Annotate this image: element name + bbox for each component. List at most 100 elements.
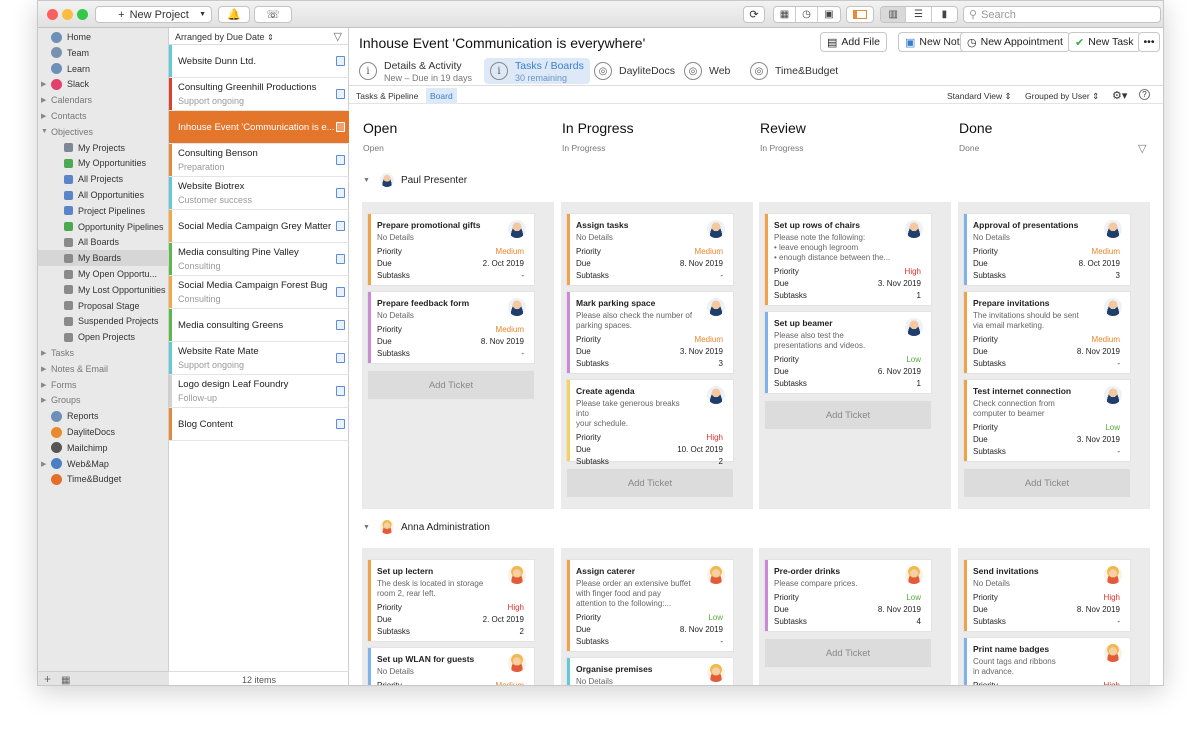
disclosure-icon[interactable]: ▶: [41, 365, 49, 373]
sidebar-item-proposal-stage[interactable]: Proposal Stage: [38, 298, 169, 314]
task-card[interactable]: Print name badges Count tags and ribbons …: [964, 638, 1130, 685]
sidebar-item-my-projects[interactable]: My Projects: [38, 140, 169, 156]
more-options-button[interactable]: •••: [1138, 32, 1160, 52]
disclosure-icon[interactable]: ▼: [41, 128, 49, 135]
add-ticket-button[interactable]: Add Ticket: [567, 469, 733, 497]
contact-icon[interactable]: ▣: [818, 7, 840, 22]
sidebar-item-slack[interactable]: ▶ Slack: [38, 76, 169, 92]
phone-icon[interactable]: ☏: [254, 6, 292, 23]
sidebar-item-web-map[interactable]: ▶ Web&Map: [38, 456, 169, 472]
sidebar-item-tasks[interactable]: ▶ Tasks: [38, 345, 169, 361]
sidebar-item-calendars[interactable]: ▶ Calendars: [38, 92, 169, 108]
add-ticket-button[interactable]: Add Ticket: [765, 639, 931, 667]
sidebar-item-mailchimp[interactable]: Mailchimp: [38, 440, 169, 456]
filter-icon[interactable]: ▽: [334, 30, 342, 43]
sidebar-item-contacts[interactable]: ▶ Contacts: [38, 108, 169, 124]
chart-view-icon[interactable]: ▮: [932, 7, 957, 22]
tab-tasks-boards[interactable]: i Tasks / Boards 30 remaining: [484, 58, 590, 84]
tab-web[interactable]: ◎ Web: [678, 58, 736, 84]
tab-time-budget[interactable]: ◎ Time&Budget: [744, 58, 844, 84]
sidebar-item-forms[interactable]: ▶ Forms: [38, 377, 169, 393]
list-item[interactable]: Consulting Benson Preparation: [169, 144, 349, 177]
disclosure-icon[interactable]: ▼: [363, 524, 370, 531]
split-view-icon[interactable]: ▥: [881, 7, 907, 22]
task-card[interactable]: Assign tasks No Details Priority Medium Due 8…: [567, 214, 733, 285]
sidebar-item-time-budget[interactable]: Time&Budget: [38, 471, 169, 487]
bell-icon[interactable]: 🔔: [218, 6, 250, 23]
add-ticket-button[interactable]: Add Ticket: [765, 401, 931, 429]
task-card[interactable]: Set up lectern The desk is located in sto…: [368, 560, 534, 641]
list-item[interactable]: Consulting Greenhill Productions Support …: [169, 78, 349, 111]
zoom-window-button[interactable]: [77, 9, 88, 20]
sidebar-item-my-boards[interactable]: My Boards: [38, 250, 169, 267]
task-card[interactable]: Mark parking space Please also check the …: [567, 292, 733, 373]
sidebar-item-my-lost-opportunities[interactable]: My Lost Opportunities: [38, 282, 169, 298]
minimize-window-button[interactable]: [62, 9, 73, 20]
stopwatch-icon[interactable]: ◷: [796, 7, 818, 22]
group-selector[interactable]: Grouped by User ⇕: [1025, 91, 1099, 102]
search-input[interactable]: ⚲ Search: [963, 6, 1161, 23]
disclosure-icon[interactable]: ▶: [41, 80, 49, 88]
add-ticket-button[interactable]: Add Ticket: [964, 469, 1130, 497]
new-appointment-button[interactable]: ◷ New Appointment: [960, 32, 1070, 52]
task-card[interactable]: Set up rows of chairs Please note the fol…: [765, 214, 931, 305]
task-card[interactable]: Prepare invitations The invitations shoul…: [964, 292, 1130, 373]
list-item[interactable]: Website Dunn Ltd.: [169, 45, 349, 78]
board-tab[interactable]: Board: [426, 88, 457, 104]
task-card[interactable]: Send invitations No Details Priority High Du…: [964, 560, 1130, 631]
task-card[interactable]: Prepare promotional gifts No Details Prior…: [368, 214, 534, 285]
task-card[interactable]: Create agenda Please take generous breaks…: [567, 380, 733, 466]
list-item[interactable]: Inhouse Event 'Communication is e...: [169, 111, 349, 144]
sidebar-item-all-projects[interactable]: All Projects: [38, 171, 169, 187]
sidebar-item-all-boards[interactable]: All Boards: [38, 234, 169, 250]
add-ticket-button[interactable]: Add Ticket: [368, 371, 534, 399]
task-card[interactable]: Set up WLAN for guests No Details Priority…: [368, 648, 534, 685]
group-header[interactable]: ▼ Paul Presenter: [363, 173, 467, 187]
help-icon[interactable]: ?: [1139, 89, 1150, 100]
list-item[interactable]: Media consulting Greens: [169, 309, 349, 342]
sidebar-item-home[interactable]: Home: [38, 29, 169, 45]
add-icon[interactable]: +: [44, 672, 51, 685]
grid-icon[interactable]: ▦: [61, 675, 70, 685]
sidebar-item-all-opportunities[interactable]: All Opportunities: [38, 187, 169, 203]
sidebar-item-suspended-projects[interactable]: Suspended Projects: [38, 313, 169, 329]
add-file-button[interactable]: ▤ Add File: [820, 32, 887, 52]
tab-details-activity[interactable]: i Details & Activity New – Due in 19 days: [353, 58, 478, 84]
disclosure-icon[interactable]: ▶: [41, 112, 49, 120]
sidebar-item-opportunity-pipelines[interactable]: Opportunity Pipelines: [38, 219, 169, 235]
sidebar-item-learn[interactable]: Learn: [38, 61, 169, 77]
sidebar-item-my-open-opportu-[interactable]: My Open Opportu...: [38, 266, 169, 282]
sidebar-item-notes-email[interactable]: ▶ Notes & Email: [38, 361, 169, 377]
sidebar-item-open-projects[interactable]: Open Projects: [38, 329, 169, 345]
sidebar-item-objectives[interactable]: ▼ Objectives: [38, 124, 169, 140]
list-item[interactable]: Logo design Leaf Foundry Follow-up: [169, 375, 349, 408]
list-item[interactable]: Website Rate Mate Support ongoing: [169, 342, 349, 375]
task-card[interactable]: Organise premises No Details: [567, 658, 733, 685]
task-card[interactable]: Prepare feedback form No Details Priority M…: [368, 292, 534, 363]
group-header[interactable]: ▼ Anna Administration: [363, 520, 490, 534]
task-card[interactable]: Approval of presentations No Details Prior…: [964, 214, 1130, 285]
disclosure-icon[interactable]: ▶: [41, 460, 49, 468]
disclosure-icon[interactable]: ▶: [41, 96, 49, 104]
sidebar-item-reports[interactable]: Reports: [38, 408, 169, 424]
list-view-icon[interactable]: ☰: [906, 7, 932, 22]
sidebar-item-daylitedocs[interactable]: DayliteDocs: [38, 424, 169, 440]
sidebar-item-team[interactable]: Team: [38, 45, 169, 61]
sidebar-item-groups[interactable]: ▶ Groups: [38, 392, 169, 408]
task-card[interactable]: Assign caterer Please order an extensive …: [567, 560, 733, 651]
close-window-button[interactable]: [47, 9, 58, 20]
board-filter-icon[interactable]: ▽: [1138, 142, 1146, 155]
tab-daylitedocs[interactable]: ◎ DayliteDocs: [588, 58, 681, 84]
view-selector[interactable]: Standard View ⇕: [947, 91, 1012, 102]
calendar-icon[interactable]: ▦: [774, 7, 796, 22]
disclosure-icon[interactable]: ▶: [41, 349, 49, 357]
list-item[interactable]: Website Biotrex Customer success: [169, 177, 349, 210]
list-item[interactable]: Social Media Campaign Forest Bug Consulti…: [169, 276, 349, 309]
task-card[interactable]: Test internet connection Check connection…: [964, 380, 1130, 461]
new-project-button[interactable]: + New Project ▼: [95, 6, 212, 23]
new-task-button[interactable]: ✔ New Task: [1068, 32, 1141, 52]
list-item[interactable]: Social Media Campaign Grey Matter: [169, 210, 349, 243]
task-card[interactable]: Set up beamer Please also test the presen…: [765, 312, 931, 393]
sidebar-toggle-icon[interactable]: [846, 6, 874, 23]
gear-icon[interactable]: ⚙▾: [1112, 89, 1127, 102]
